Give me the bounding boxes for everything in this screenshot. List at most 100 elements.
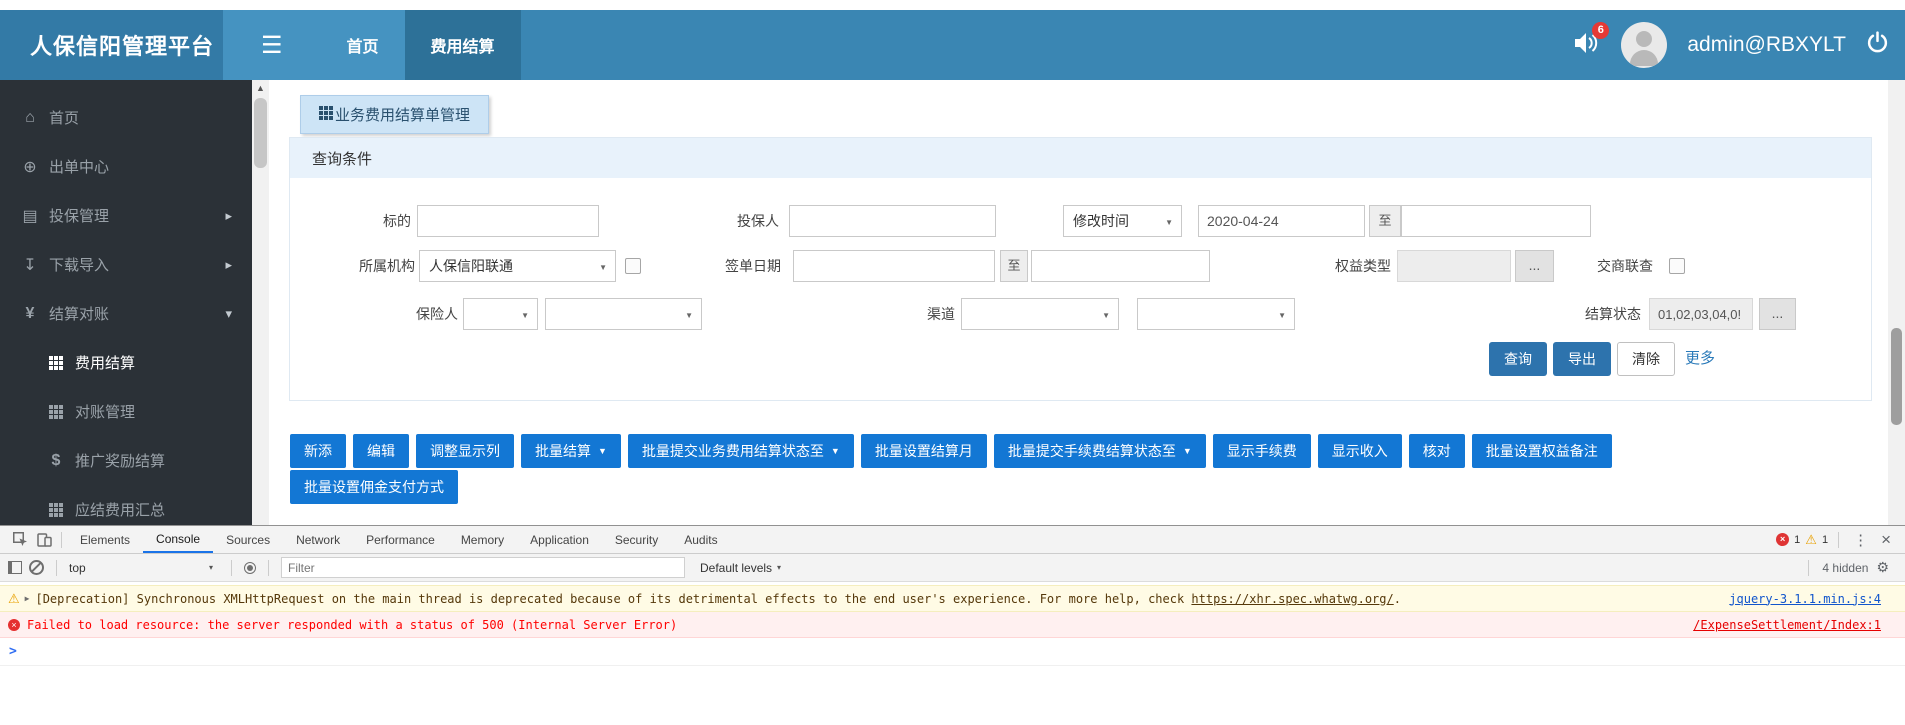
sidebar-scrollbar[interactable]: ▲: [252, 80, 269, 525]
batch-submit-fee-status-dropdown-button[interactable]: 批量提交手续费结算状态至 ▼: [993, 434, 1206, 468]
device-toolbar-icon[interactable]: [32, 529, 56, 551]
clear-console-icon[interactable]: [29, 560, 44, 575]
org-value: 人保信阳联通: [429, 258, 513, 274]
form-row-2: 所属机构 人保信阳联通 ▼ 签单日期 至 权益类型 ... 交商联查: [290, 249, 1871, 283]
cross-check-label: 交商联查: [1597, 258, 1653, 274]
kebab-menu-icon[interactable]: ⋮: [1849, 531, 1872, 549]
close-icon[interactable]: ×: [1877, 530, 1895, 550]
divider: [61, 531, 62, 548]
org-select[interactable]: 人保信阳联通 ▼: [419, 250, 616, 282]
eye-icon[interactable]: [244, 561, 256, 574]
settle-status-picker-button[interactable]: ...: [1759, 298, 1796, 330]
batch-submit-expense-status-dropdown-button[interactable]: 批量提交业务费用结算状态至 ▼: [627, 434, 854, 468]
equity-picker-button[interactable]: ...: [1515, 250, 1554, 282]
tab-network[interactable]: Network: [283, 526, 353, 553]
sidebar-item-promo-reward[interactable]: $ 推广奖励结算: [0, 436, 252, 485]
sidebar-item-label: 投保管理: [49, 208, 110, 225]
sidebar-item-fee-summary[interactable]: 应结费用汇总: [0, 485, 252, 525]
error-source-link[interactable]: /ExpenseSettlement/Index:1: [1693, 618, 1881, 632]
console-sidebar-icon[interactable]: [8, 561, 22, 574]
sidebar-item-home[interactable]: ⌂ 首页: [0, 93, 252, 142]
tab-security[interactable]: Security: [602, 526, 671, 553]
navbar-tab-group: ☰ 首页: [223, 10, 405, 80]
export-button[interactable]: 导出: [1553, 342, 1611, 376]
insurer-select-1[interactable]: ▼: [463, 298, 538, 330]
sidebar-item-label: 费用结算: [75, 355, 136, 372]
page-tab-expense-settlement-mgmt[interactable]: 业务费用结算单管理: [300, 95, 490, 134]
cross-check-checkbox[interactable]: [1669, 258, 1685, 274]
power-icon[interactable]: [1866, 31, 1889, 59]
edit-button[interactable]: 编辑: [353, 434, 409, 468]
navbar-tab-home[interactable]: 首页: [321, 10, 405, 80]
tab-sources[interactable]: Sources: [213, 526, 283, 553]
equity-type-input[interactable]: [1397, 250, 1511, 282]
username[interactable]: admin@RBXYLT: [1687, 33, 1846, 57]
caret-down-icon: ▼: [521, 311, 529, 320]
inspect-element-icon[interactable]: [8, 529, 32, 551]
sidebar-item-policy-mgmt[interactable]: ▤ 投保管理 ▸: [0, 191, 252, 240]
notifications-button[interactable]: 6: [1571, 22, 1610, 60]
expand-icon[interactable]: ▶: [25, 594, 30, 603]
context-value: top: [69, 560, 86, 575]
dollar-icon: $: [51, 451, 61, 469]
console-prompt[interactable]: >: [0, 638, 1905, 666]
batch-set-commission-payment-button[interactable]: 批量设置佣金支付方式: [290, 470, 458, 504]
action-buttons-row-2: 批量设置佣金支付方式: [290, 470, 458, 504]
applicant-input[interactable]: [789, 205, 996, 237]
sidebar-item-reconciliation[interactable]: 对账管理: [0, 387, 252, 436]
sign-date-from-input[interactable]: [793, 250, 995, 282]
log-levels-dropdown[interactable]: Default levels ▾: [700, 561, 781, 575]
query-panel: 查询条件 标的 投保人 修改时间 ▼ 至 所属机构 人保信阳联通 ▼ 签单日期: [289, 137, 1872, 401]
sidebar-item-settlement[interactable]: ¥ 结算对账 ▾: [0, 289, 252, 338]
context-selector[interactable]: top ▾: [69, 561, 219, 575]
insurer-label: 保险人: [416, 306, 458, 322]
channel-select-2[interactable]: ▼: [1137, 298, 1295, 330]
tab-elements[interactable]: Elements: [67, 526, 143, 553]
check-button[interactable]: 核对: [1408, 434, 1465, 468]
warning-count-icon[interactable]: ⚠: [1805, 533, 1817, 546]
clear-button[interactable]: 清除: [1617, 342, 1675, 376]
query-button[interactable]: 查询: [1489, 342, 1547, 376]
tab-performance[interactable]: Performance: [353, 526, 448, 553]
hidden-messages-label: 4 hidden: [1822, 560, 1869, 575]
batch-set-settle-month-button[interactable]: 批量设置结算月: [860, 434, 987, 468]
tab-audits[interactable]: Audits: [671, 526, 730, 553]
subject-input[interactable]: [417, 205, 599, 237]
org-checkbox[interactable]: [625, 258, 641, 274]
more-link[interactable]: 更多: [1685, 342, 1715, 376]
add-button[interactable]: 新添: [290, 434, 346, 468]
show-income-button[interactable]: 显示收入: [1317, 434, 1402, 468]
query-form: 标的 投保人 修改时间 ▼ 至 所属机构 人保信阳联通 ▼ 签单日期 至 权益: [290, 178, 1871, 400]
scrollbar-thumb[interactable]: [1891, 328, 1902, 425]
scrollbar-thumb[interactable]: [254, 98, 267, 168]
menu-toggle-button[interactable]: ☰: [223, 10, 321, 80]
adjust-columns-button[interactable]: 调整显示列: [416, 434, 514, 468]
avatar[interactable]: [1621, 22, 1668, 68]
show-fee-button[interactable]: 显示手续费: [1212, 434, 1311, 468]
error-count-icon[interactable]: ×: [1776, 533, 1790, 546]
tab-application[interactable]: Application: [517, 526, 602, 553]
navbar-tab-expense[interactable]: 费用结算: [404, 10, 521, 80]
page-scrollbar[interactable]: [1888, 80, 1905, 525]
sidebar-item-download-import[interactable]: ↧ 下载导入 ▸: [0, 240, 252, 289]
date-to-input[interactable]: [1401, 205, 1591, 237]
scroll-up-icon[interactable]: ▲: [252, 80, 269, 97]
batch-set-equity-remark-button[interactable]: 批量设置权益备注: [1471, 434, 1612, 468]
channel-select-1[interactable]: ▼: [961, 298, 1119, 330]
warning-url-link[interactable]: https://xhr.spec.whatwg.org/: [1191, 592, 1393, 606]
date-from-input[interactable]: [1198, 205, 1365, 237]
settle-status-input[interactable]: [1649, 298, 1753, 330]
warning-source-link[interactable]: jquery-3.1.1.min.js:4: [1729, 592, 1881, 606]
gear-icon[interactable]: ⚙: [1876, 559, 1889, 576]
sidebar-item-expense-settlement[interactable]: 费用结算: [0, 338, 252, 387]
time-type-select[interactable]: 修改时间 ▼: [1063, 205, 1182, 237]
sign-date-to-input[interactable]: [1031, 250, 1210, 282]
insurer-select-2[interactable]: ▼: [545, 298, 702, 330]
sidebar-item-issue-center[interactable]: ⊕ 出单中心: [0, 142, 252, 191]
sidebar-item-label: 结算对账: [49, 306, 110, 323]
batch-settle-dropdown-button[interactable]: 批量结算 ▼: [521, 434, 621, 468]
tab-console[interactable]: Console: [143, 526, 214, 553]
divider: [1838, 531, 1840, 548]
console-filter-input[interactable]: [281, 557, 685, 578]
tab-memory[interactable]: Memory: [448, 526, 517, 553]
